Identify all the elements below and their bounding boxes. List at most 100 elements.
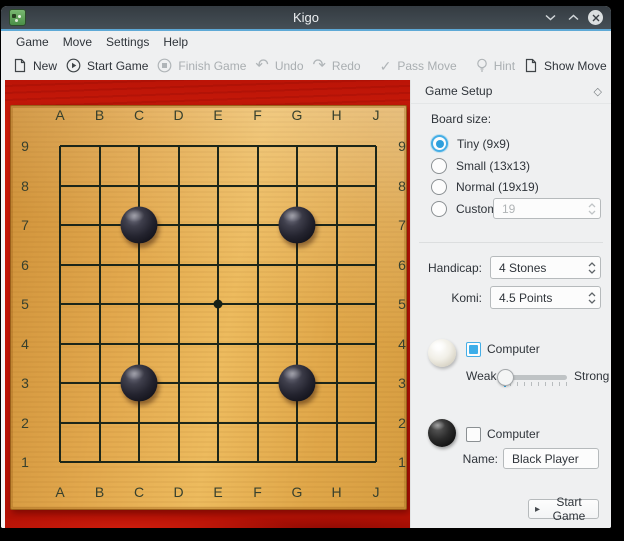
handicap-spinbox[interactable]: 4 Stones bbox=[490, 256, 601, 279]
menu-help[interactable]: Help bbox=[163, 33, 202, 51]
stop-circle-icon bbox=[157, 58, 172, 75]
board-col-label: D bbox=[173, 107, 183, 123]
go-board[interactable]: AABBCCDDEEFFGGHHJJ998877665544332211 bbox=[1, 80, 410, 528]
board-row-label: 8 bbox=[398, 178, 406, 194]
start-game-panel-button[interactable]: ▸ Start Game bbox=[528, 499, 599, 519]
toolbar: New Start Game Finish Game ↶ Undo ↷ Redo… bbox=[1, 52, 611, 80]
game-setup-panel: Game Setup ◇ Board size: Tiny (9x9) Smal… bbox=[410, 80, 611, 528]
board-row-label: 7 bbox=[398, 217, 406, 233]
board-col-label: E bbox=[213, 107, 222, 123]
redo-icon: ↷ bbox=[313, 59, 326, 73]
board-grid-line bbox=[60, 461, 376, 463]
board-grid-line bbox=[60, 422, 376, 424]
new-button[interactable]: New bbox=[13, 58, 66, 75]
board-col-label: H bbox=[331, 107, 341, 123]
lightbulb-icon bbox=[476, 58, 488, 75]
board-row-label: 3 bbox=[398, 375, 406, 391]
board-col-label: C bbox=[134, 107, 144, 123]
minimize-icon[interactable] bbox=[542, 10, 558, 26]
dock-float-icon[interactable]: ◇ bbox=[594, 85, 602, 98]
table-texture bbox=[5, 80, 410, 106]
board-row-label: 1 bbox=[21, 454, 29, 470]
radio-row-tiny[interactable]: Tiny (9x9) bbox=[431, 135, 510, 152]
board-row-label: 8 bbox=[21, 178, 29, 194]
undo-icon: ↶ bbox=[255, 59, 268, 73]
spinbox-arrows-icon[interactable] bbox=[584, 291, 600, 305]
board-col-label: B bbox=[95, 107, 104, 123]
black-name-input[interactable] bbox=[503, 448, 599, 469]
white-stone-icon bbox=[428, 339, 456, 367]
board-col-label: F bbox=[253, 484, 262, 500]
board-col-label: J bbox=[373, 484, 380, 500]
finish-game-button: Finish Game bbox=[157, 58, 255, 75]
maximize-icon[interactable] bbox=[565, 10, 581, 26]
titlebar[interactable]: Kigo bbox=[1, 6, 611, 29]
black-stone bbox=[279, 207, 316, 244]
board-row-label: 4 bbox=[21, 336, 29, 352]
board-wood bbox=[10, 105, 407, 510]
panel-title: Game Setup bbox=[425, 84, 492, 98]
strength-slider-handle[interactable] bbox=[497, 369, 514, 386]
board-row-label: 6 bbox=[398, 257, 406, 273]
board-row-label: 4 bbox=[398, 336, 406, 352]
separator bbox=[419, 242, 603, 243]
window-title: Kigo bbox=[1, 10, 611, 25]
board-col-label: E bbox=[213, 484, 222, 500]
board-grid-line bbox=[296, 146, 298, 462]
black-computer-checkbox[interactable] bbox=[466, 427, 481, 442]
close-icon[interactable] bbox=[588, 10, 603, 25]
board-row-label: 9 bbox=[21, 138, 29, 154]
black-stone bbox=[121, 365, 158, 402]
panel-header: Game Setup ◇ bbox=[411, 80, 611, 104]
menu-game[interactable]: Game bbox=[16, 33, 63, 51]
move-numbers-icon bbox=[524, 58, 538, 75]
radio-custom[interactable] bbox=[431, 201, 447, 217]
black-computer-label: Computer bbox=[487, 427, 540, 442]
white-computer-label: Computer bbox=[487, 342, 540, 357]
menu-settings[interactable]: Settings bbox=[106, 33, 163, 51]
white-computer-checkbox[interactable] bbox=[466, 342, 481, 357]
checkmark-icon: ✓ bbox=[380, 59, 392, 73]
komi-label: Komi: bbox=[411, 291, 482, 305]
slider-ticks bbox=[503, 382, 567, 386]
board-col-label: D bbox=[173, 484, 183, 500]
board-row-label: 2 bbox=[398, 415, 406, 431]
table-texture bbox=[5, 510, 410, 528]
spinbox-arrows-icon[interactable] bbox=[584, 261, 600, 275]
hoshi-point bbox=[214, 300, 223, 309]
strength-max-label: Strong bbox=[574, 369, 609, 384]
black-stone bbox=[279, 365, 316, 402]
redo-button: ↷ Redo bbox=[313, 59, 370, 73]
show-move-numbers-button[interactable]: Show Move Numbers bbox=[524, 58, 611, 75]
radio-row-custom[interactable]: Custom: bbox=[431, 200, 501, 217]
radio-small[interactable] bbox=[431, 158, 447, 174]
pass-move-button: ✓ Pass Move bbox=[380, 59, 466, 73]
komi-spinbox[interactable]: 4.5 Points bbox=[490, 286, 601, 309]
board-row-label: 7 bbox=[21, 217, 29, 233]
menu-move[interactable]: Move bbox=[63, 33, 106, 51]
start-game-button[interactable]: Start Game bbox=[66, 58, 157, 75]
board-col-label: H bbox=[331, 484, 341, 500]
kigo-app-icon bbox=[9, 9, 26, 26]
board-row-label: 2 bbox=[21, 415, 29, 431]
handicap-label: Handicap: bbox=[411, 261, 482, 275]
board-row-label: 6 bbox=[21, 257, 29, 273]
play-circle-icon bbox=[66, 58, 81, 75]
kigo-window: Kigo Game Move Settings Help New bbox=[1, 6, 611, 528]
black-stone bbox=[121, 207, 158, 244]
strength-min-label: Weak bbox=[466, 369, 496, 384]
radio-normal[interactable] bbox=[431, 179, 447, 195]
radio-tiny[interactable] bbox=[431, 135, 448, 152]
spinbox-arrows-icon bbox=[584, 202, 600, 216]
board-grid-line bbox=[375, 146, 377, 462]
black-stone-icon bbox=[428, 419, 456, 447]
board-grid-line bbox=[60, 343, 376, 345]
board-col-label: G bbox=[292, 107, 303, 123]
board-col-label: A bbox=[55, 484, 64, 500]
radio-row-small[interactable]: Small (13x13) bbox=[431, 157, 530, 174]
board-col-label: B bbox=[95, 484, 104, 500]
radio-row-normal[interactable]: Normal (19x19) bbox=[431, 178, 539, 195]
board-col-label: C bbox=[134, 484, 144, 500]
board-grid-line bbox=[336, 146, 338, 462]
name-label: Name: bbox=[451, 452, 498, 466]
